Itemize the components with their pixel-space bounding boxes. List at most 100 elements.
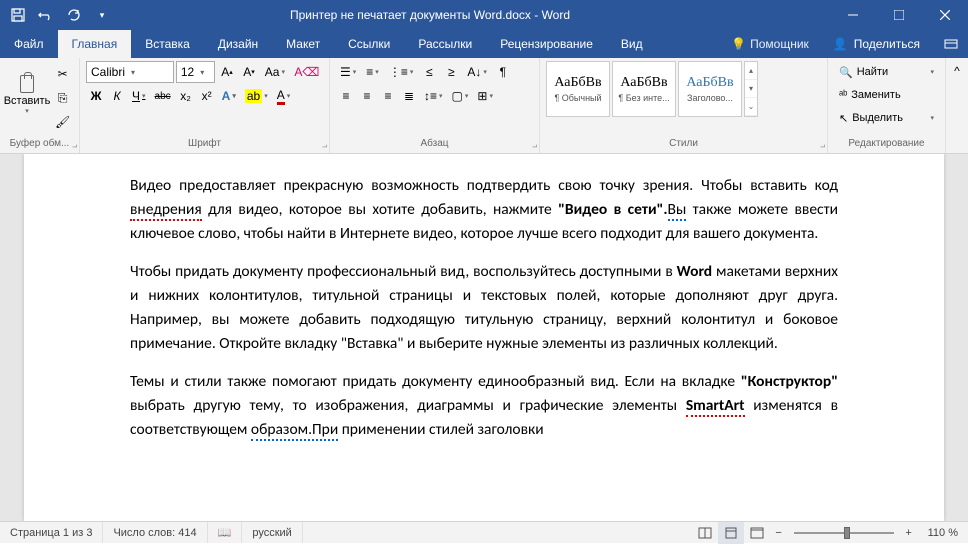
group-font: Calibri 12 A▴ A▾ Aa A⌫ Ж К Ч abc x₂ x² A… [80,58,330,153]
collapse-ribbon-icon[interactable]: ^ [946,58,968,153]
style-normal[interactable]: АаБбВв¶ Обычный [546,61,610,117]
group-label: Буфер обм... [6,138,73,150]
align-center-icon[interactable]: ≡ [357,85,377,107]
status-word-count[interactable]: Число слов: 414 [103,522,207,543]
replace-button[interactable]: ᵃᵇЗаменить [834,84,939,106]
tab-references[interactable]: Ссылки [334,30,404,58]
sort-icon[interactable]: A↓ [463,61,491,83]
style-heading1[interactable]: АаБбВвЗаголово... [678,61,742,117]
document-paragraph: Темы и стили также помогают придать доку… [130,370,838,442]
strikethrough-button[interactable]: abc [151,85,175,107]
styles-gallery: АаБбВв¶ Обычный АаБбВв¶ Без инте... АаБб… [546,61,821,117]
group-styles: АаБбВв¶ Обычный АаБбВв¶ Без инте... АаБб… [540,58,828,153]
zoom-in-button[interactable]: + [900,527,918,539]
decrease-font-icon[interactable]: A▾ [239,61,259,83]
increase-indent-icon[interactable]: ≥ [441,61,461,83]
font-color-icon[interactable]: A [273,85,295,107]
style-no-spacing[interactable]: АаБбВв¶ Без инте... [612,61,676,117]
font-name-select[interactable]: Calibri [86,61,174,83]
group-label: Стили [546,138,821,150]
qat-customize-icon[interactable]: ▾ [90,3,114,27]
tab-view[interactable]: Вид [607,30,657,58]
group-label: Шрифт [86,138,323,150]
lightbulb-icon: 💡 [731,37,746,51]
cursor-icon: ↖ [839,112,848,125]
view-read-mode-icon[interactable] [692,522,718,544]
select-button[interactable]: ↖Выделить▾ [834,107,939,129]
window-controls [830,0,968,30]
cut-icon[interactable]: ✂ [51,63,74,85]
font-size-select[interactable]: 12 [176,61,215,83]
tab-mailings[interactable]: Рассылки [404,30,486,58]
zoom-slider[interactable] [794,522,894,544]
status-language[interactable]: русский [242,522,302,543]
tell-me[interactable]: 💡Помощник [721,37,819,51]
line-spacing-icon[interactable]: ↕≡ [420,85,447,107]
view-print-layout-icon[interactable] [718,522,744,544]
justify-icon[interactable]: ≣ [399,85,419,107]
group-paragraph: ☰ ≡ ⋮≡ ≤ ≥ A↓ ¶ ≡ ≡ ≡ ≣ ↕≡ ▢ ⊞ Абзац [330,58,540,153]
clipboard-icon [20,75,34,93]
align-right-icon[interactable]: ≡ [378,85,398,107]
window-title: Принтер не печатает документы Word.docx … [120,8,740,22]
format-painter-icon[interactable]: 🖌 [51,111,74,133]
tab-layout[interactable]: Макет [272,30,334,58]
decrease-indent-icon[interactable]: ≤ [419,61,439,83]
document-paragraph: Видео предоставляет прекрасную возможнос… [130,174,838,246]
borders-icon[interactable]: ⊞ [473,85,497,107]
increase-font-icon[interactable]: A▴ [217,61,237,83]
underline-button[interactable]: Ч [128,85,150,107]
title-bar: ▾ Принтер не печатает документы Word.doc… [0,0,968,30]
close-button[interactable] [922,0,968,30]
document-page[interactable]: Видео предоставляет прекрасную возможнос… [24,154,944,521]
group-label: Редактирование [834,138,939,150]
share-icon: 👤 [833,37,848,51]
document-workspace[interactable]: Видео предоставляет прекрасную возможнос… [0,154,968,521]
view-web-layout-icon[interactable] [744,522,770,544]
copy-icon[interactable]: ⎘ [51,87,74,109]
document-paragraph: Чтобы придать документу профессиональный… [130,260,838,356]
tab-home[interactable]: Главная [58,30,132,58]
group-clipboard: Вставить ▾ ✂ ⎘ 🖌 Буфер обм... [0,58,80,153]
replace-icon: ᵃᵇ [839,89,847,101]
share-button[interactable]: 👤Поделиться [819,37,934,51]
minimize-button[interactable] [830,0,876,30]
subscript-button[interactable]: x₂ [176,85,196,107]
maximize-button[interactable] [876,0,922,30]
superscript-button[interactable]: x² [197,85,217,107]
quick-access-toolbar: ▾ [0,3,120,27]
align-left-icon[interactable]: ≡ [336,85,356,107]
numbering-icon[interactable]: ≡ [362,61,383,83]
highlight-icon[interactable]: ab [241,85,272,107]
zoom-out-button[interactable]: − [770,527,788,539]
find-button[interactable]: 🔍Найти▾ [834,61,939,83]
status-page[interactable]: Страница 1 из 3 [0,522,103,543]
clear-format-icon[interactable]: A⌫ [291,61,323,83]
text-effects-icon[interactable]: A [218,85,240,107]
status-bar: Страница 1 из 3 Число слов: 414 📖 русски… [0,521,968,543]
tab-file[interactable]: Файл [0,30,58,58]
styles-gallery-more[interactable]: ▴▾⌄ [744,61,758,117]
bullets-icon[interactable]: ☰ [336,61,360,83]
paste-button[interactable]: Вставить ▾ [6,61,48,129]
italic-button[interactable]: К [107,85,127,107]
ribbon-tabs: Файл Главная Вставка Дизайн Макет Ссылки… [0,30,968,58]
tab-review[interactable]: Рецензирование [486,30,607,58]
group-editing: 🔍Найти▾ ᵃᵇЗаменить ↖Выделить▾ Редактиров… [828,58,946,153]
tab-insert[interactable]: Вставка [131,30,204,58]
save-icon[interactable] [6,3,30,27]
bold-button[interactable]: Ж [86,85,106,107]
search-icon: 🔍 [839,66,853,79]
status-spellcheck-icon[interactable]: 📖 [208,522,243,543]
multilevel-list-icon[interactable]: ⋮≡ [385,61,418,83]
group-label: Абзац [336,138,533,150]
show-hide-icon[interactable]: ¶ [493,61,513,83]
ribbon: Вставить ▾ ✂ ⎘ 🖌 Буфер обм... Calibri 12… [0,58,968,154]
ribbon-display-options-icon[interactable] [934,37,968,51]
tab-design[interactable]: Дизайн [204,30,272,58]
redo-icon[interactable] [62,3,86,27]
undo-icon[interactable] [34,3,58,27]
shading-icon[interactable]: ▢ [448,85,473,107]
change-case-icon[interactable]: Aa [261,61,289,83]
zoom-level[interactable]: 110 % [918,527,968,539]
